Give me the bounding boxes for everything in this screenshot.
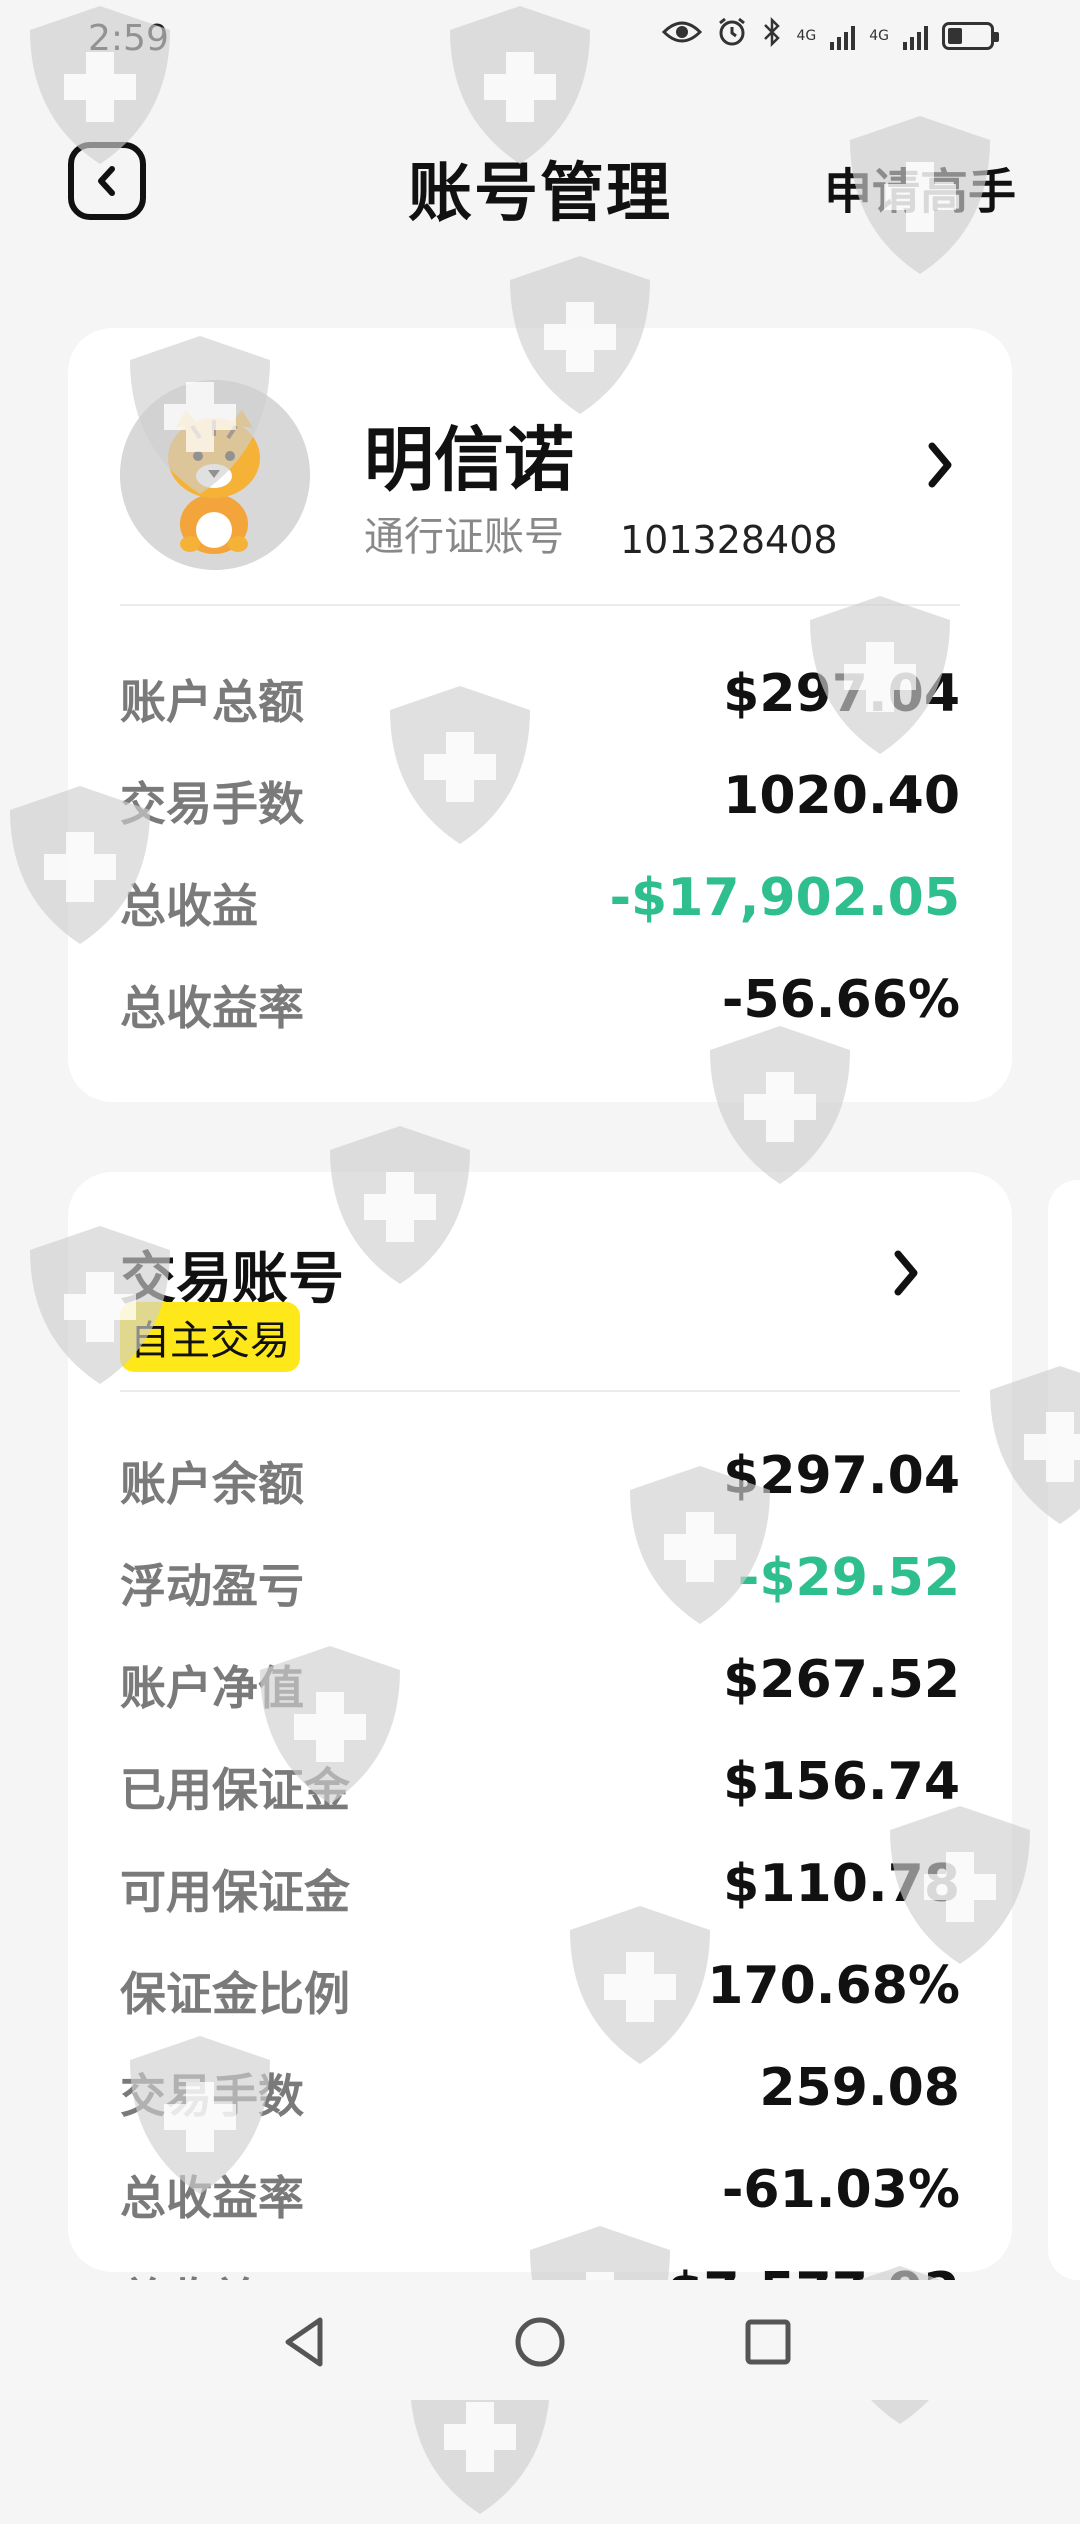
apply-expert-button[interactable]: 申请高手	[824, 152, 1016, 222]
eye-icon	[662, 18, 703, 54]
account-row-label: 账户余额	[120, 1457, 304, 1511]
next-card-edge	[1048, 1180, 1080, 2280]
signal-icon	[830, 22, 856, 50]
divider	[120, 1390, 960, 1392]
trading-account-card[interactable]: 交易账号 自主交易 账户余额 $297.04 浮动盈亏 -$29.52 账户净值…	[68, 1172, 1012, 2327]
profile-card: 明信诺 通行证账号 101328408 账户总额 $297.04 交易手数 10…	[68, 328, 1012, 1102]
account-row-value: -$29.52	[737, 1548, 960, 1608]
tiger-avatar-icon	[120, 380, 310, 570]
battery-icon	[942, 22, 999, 50]
account-row: 账户余额 $297.04	[120, 1436, 960, 1516]
divider	[120, 604, 960, 606]
stat-value: 1020.40	[723, 766, 960, 826]
account-label: 通行证账号	[364, 514, 564, 560]
account-row-label: 浮动盈亏	[120, 1559, 304, 1613]
account-row: 总收益率 -61.03%	[120, 2150, 960, 2230]
account-row-value: $297.04	[723, 1446, 960, 1506]
header: 账号管理 申请高手	[0, 120, 1080, 240]
signal-icon	[903, 22, 928, 50]
account-row-value: 170.68%	[707, 1956, 960, 2016]
avatar[interactable]	[120, 380, 310, 570]
stat-row: 交易手数 1020.40	[120, 756, 960, 836]
stat-label: 账户总额	[120, 675, 304, 729]
stat-row: 账户总额 $297.04	[120, 654, 960, 734]
trade-mode-badge: 自主交易	[120, 1302, 300, 1372]
stat-label: 总收益率	[120, 981, 304, 1035]
account-row: 浮动盈亏 -$29.52	[120, 1538, 960, 1618]
stat-label: 交易手数	[120, 777, 304, 831]
stat-row: 总收益 -$17,902.05	[120, 858, 960, 938]
account-row-label: 保证金比例	[120, 1967, 350, 2021]
account-row-value: $156.74	[723, 1752, 960, 1812]
stat-row: 总收益率 -56.66%	[120, 960, 960, 1040]
chevron-right-icon[interactable]	[924, 440, 956, 490]
account-row-label: 可用保证金	[120, 1865, 350, 1919]
account-row-value: $110.78	[723, 1854, 960, 1914]
account-row-label: 已用保证金	[120, 1763, 350, 1817]
stat-value: $297.04	[723, 664, 960, 724]
stat-label: 总收益	[120, 879, 258, 933]
network-type-a: 4G	[796, 28, 817, 44]
system-nav-bar	[0, 2280, 1080, 2400]
home-circle-icon[interactable]	[508, 2310, 572, 2374]
recents-square-icon[interactable]	[736, 2310, 800, 2374]
stat-value: -$17,902.05	[609, 868, 960, 928]
status-icons: 4G 4G	[662, 16, 999, 56]
back-triangle-icon[interactable]	[274, 2310, 338, 2374]
alarm-icon	[716, 16, 748, 56]
user-name: 明信诺	[364, 419, 574, 501]
account-row: 可用保证金 $110.78	[120, 1844, 960, 1924]
status-bar: 2:59 4G 4G	[0, 0, 1080, 80]
account-row-label: 总收益率	[120, 2171, 304, 2225]
account-row-value: 259.08	[759, 2058, 960, 2118]
chevron-right-icon[interactable]	[890, 1248, 922, 1298]
bluetooth-icon	[762, 16, 782, 56]
account-row-value: $267.52	[723, 1650, 960, 1710]
account-row-value: -61.03%	[721, 2160, 960, 2220]
status-time: 2:59	[88, 18, 169, 59]
stat-value: -56.66%	[721, 970, 960, 1030]
account-row-label: 账户净值	[120, 1661, 304, 1715]
account-row: 已用保证金 $156.74	[120, 1742, 960, 1822]
account-row: 账户净值 $267.52	[120, 1640, 960, 1720]
account-row: 保证金比例 170.68%	[120, 1946, 960, 2026]
network-type-b: 4G	[869, 28, 889, 44]
account-row-label: 交易手数	[120, 2069, 304, 2123]
account-row: 交易手数 259.08	[120, 2048, 960, 2128]
account-id: 101328408	[620, 518, 838, 562]
